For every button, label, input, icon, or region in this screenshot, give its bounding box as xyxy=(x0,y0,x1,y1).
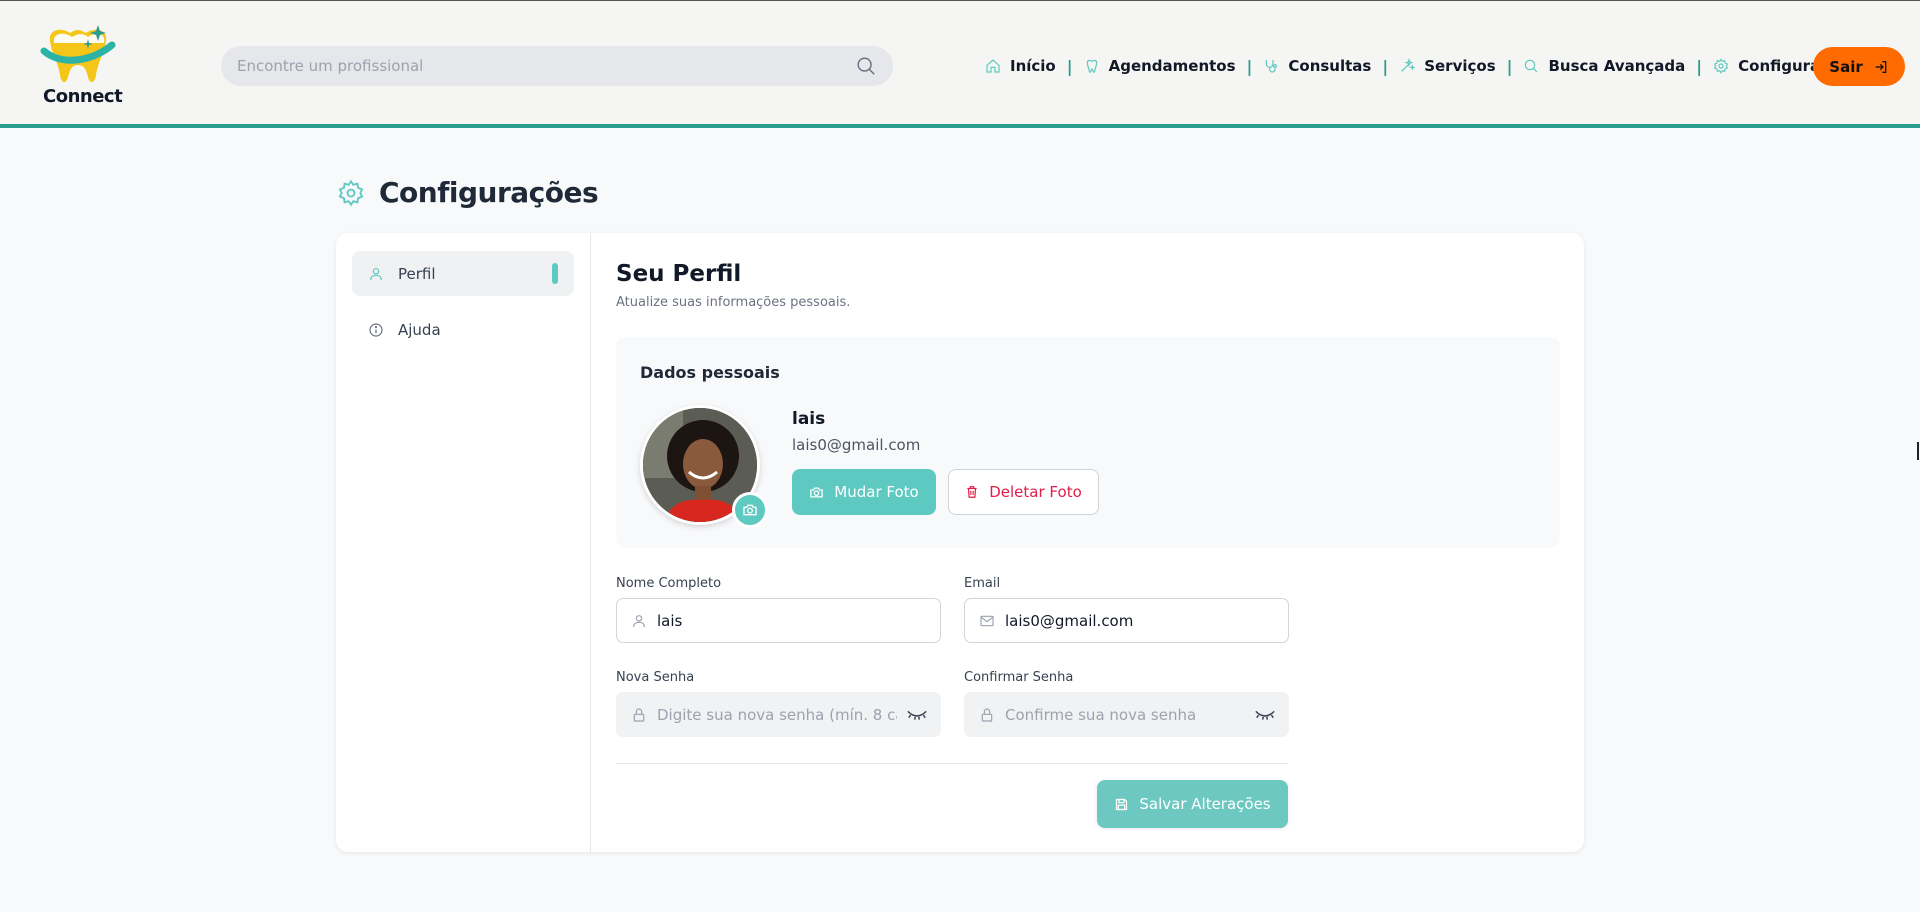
new-password-label: Nova Senha xyxy=(616,670,695,685)
sidebar-item-label: Ajuda xyxy=(398,320,441,339)
gear-icon xyxy=(1713,58,1729,74)
user-icon xyxy=(370,267,382,280)
search-input[interactable] xyxy=(237,46,837,86)
tooth-logo-icon xyxy=(40,25,116,83)
confirm-password-input[interactable] xyxy=(1005,694,1245,735)
personal-data-title: Dados pessoais xyxy=(640,363,780,382)
search-bar xyxy=(221,46,893,86)
confirm-password-field xyxy=(964,692,1289,737)
logo-text: Connect xyxy=(43,86,123,107)
camera-icon xyxy=(743,504,757,516)
search-icon xyxy=(1525,59,1538,73)
main-nav: Início | Agendamentos | Consultas | Serv… xyxy=(985,54,1858,78)
lock-icon xyxy=(981,707,993,722)
settings-card: Perfil Ajuda Seu Perfil Atualize suas in… xyxy=(336,233,1584,852)
nav-item-agendamentos[interactable]: Agendamentos xyxy=(1084,57,1236,75)
form-divider xyxy=(616,763,1288,764)
new-password-input[interactable] xyxy=(657,694,897,735)
eye-closed-icon[interactable] xyxy=(1254,708,1276,722)
user-name: lais xyxy=(792,409,826,429)
nav-label: Busca Avançada xyxy=(1548,57,1686,75)
nav-label: Consultas xyxy=(1288,57,1372,75)
nav-item-servicos[interactable]: Serviços xyxy=(1399,57,1496,75)
section-title: Seu Perfil xyxy=(616,261,742,287)
nav-separator: | xyxy=(1696,56,1703,76)
new-password-field xyxy=(616,692,941,737)
avatar-camera-button[interactable] xyxy=(732,492,768,528)
page-title-row: Configurações xyxy=(337,176,599,209)
sidebar-item-label: Perfil xyxy=(398,264,436,283)
logout-label: Sair xyxy=(1829,57,1863,76)
mouse-cursor xyxy=(1917,442,1919,460)
search-icon[interactable] xyxy=(855,55,877,77)
nav-label: Início xyxy=(1010,57,1056,75)
info-icon xyxy=(369,322,383,337)
email-label: Email xyxy=(964,576,1001,591)
user-icon xyxy=(633,614,645,627)
logout-button[interactable]: Sair xyxy=(1813,47,1905,86)
active-indicator xyxy=(552,263,558,284)
save-icon xyxy=(1116,798,1128,810)
header: Connect Início | Agendamentos | Consulta… xyxy=(0,1,1920,128)
nav-item-inicio[interactable]: Início xyxy=(985,57,1056,75)
nav-label: Serviços xyxy=(1424,57,1496,75)
change-photo-button[interactable]: Mudar Foto xyxy=(792,469,936,515)
camera-icon xyxy=(810,487,824,497)
confirm-password-label: Confirmar Senha xyxy=(964,670,1074,685)
email-field xyxy=(964,598,1289,643)
page-title: Configurações xyxy=(379,176,599,209)
tooth-icon xyxy=(1086,59,1097,73)
nav-separator: | xyxy=(1382,56,1389,76)
delete-photo-label: Deletar Foto xyxy=(989,483,1082,501)
lock-icon xyxy=(633,707,645,722)
eye-closed-icon[interactable] xyxy=(906,708,928,722)
full-name-input[interactable] xyxy=(657,600,897,641)
user-email: lais0@gmail.com xyxy=(792,436,921,454)
mail-icon xyxy=(980,615,994,626)
home-icon xyxy=(986,59,1000,73)
nav-label: Agendamentos xyxy=(1108,57,1236,75)
full-name-field xyxy=(616,598,941,643)
stethoscope-icon xyxy=(1266,60,1278,73)
nav-separator: | xyxy=(1246,56,1253,76)
logout-icon xyxy=(1875,60,1887,73)
personal-data-box: Dados pessoais lais lais0@gmail.com Muda… xyxy=(616,337,1560,548)
trash-icon xyxy=(967,486,977,498)
sidebar-item-ajuda[interactable]: Ajuda xyxy=(352,307,574,352)
section-subtitle: Atualize suas informações pessoais. xyxy=(616,295,851,310)
save-changes-label: Salvar Alterações xyxy=(1139,795,1271,813)
email-input[interactable] xyxy=(1005,600,1245,641)
nav-separator: | xyxy=(1066,56,1073,76)
nav-item-busca-avancada[interactable]: Busca Avançada xyxy=(1523,57,1685,75)
nav-item-consultas[interactable]: Consultas xyxy=(1263,57,1371,75)
sparkle-icon xyxy=(1401,58,1416,72)
save-changes-button[interactable]: Salvar Alterações xyxy=(1097,780,1288,828)
gear-icon xyxy=(338,179,364,206)
change-photo-label: Mudar Foto xyxy=(834,483,919,501)
full-name-label: Nome Completo xyxy=(616,576,722,591)
sidebar-item-perfil[interactable]: Perfil xyxy=(352,251,574,296)
nav-separator: | xyxy=(1506,56,1513,76)
settings-sidebar: Perfil Ajuda xyxy=(336,233,591,852)
delete-photo-button[interactable]: Deletar Foto xyxy=(948,469,1099,515)
